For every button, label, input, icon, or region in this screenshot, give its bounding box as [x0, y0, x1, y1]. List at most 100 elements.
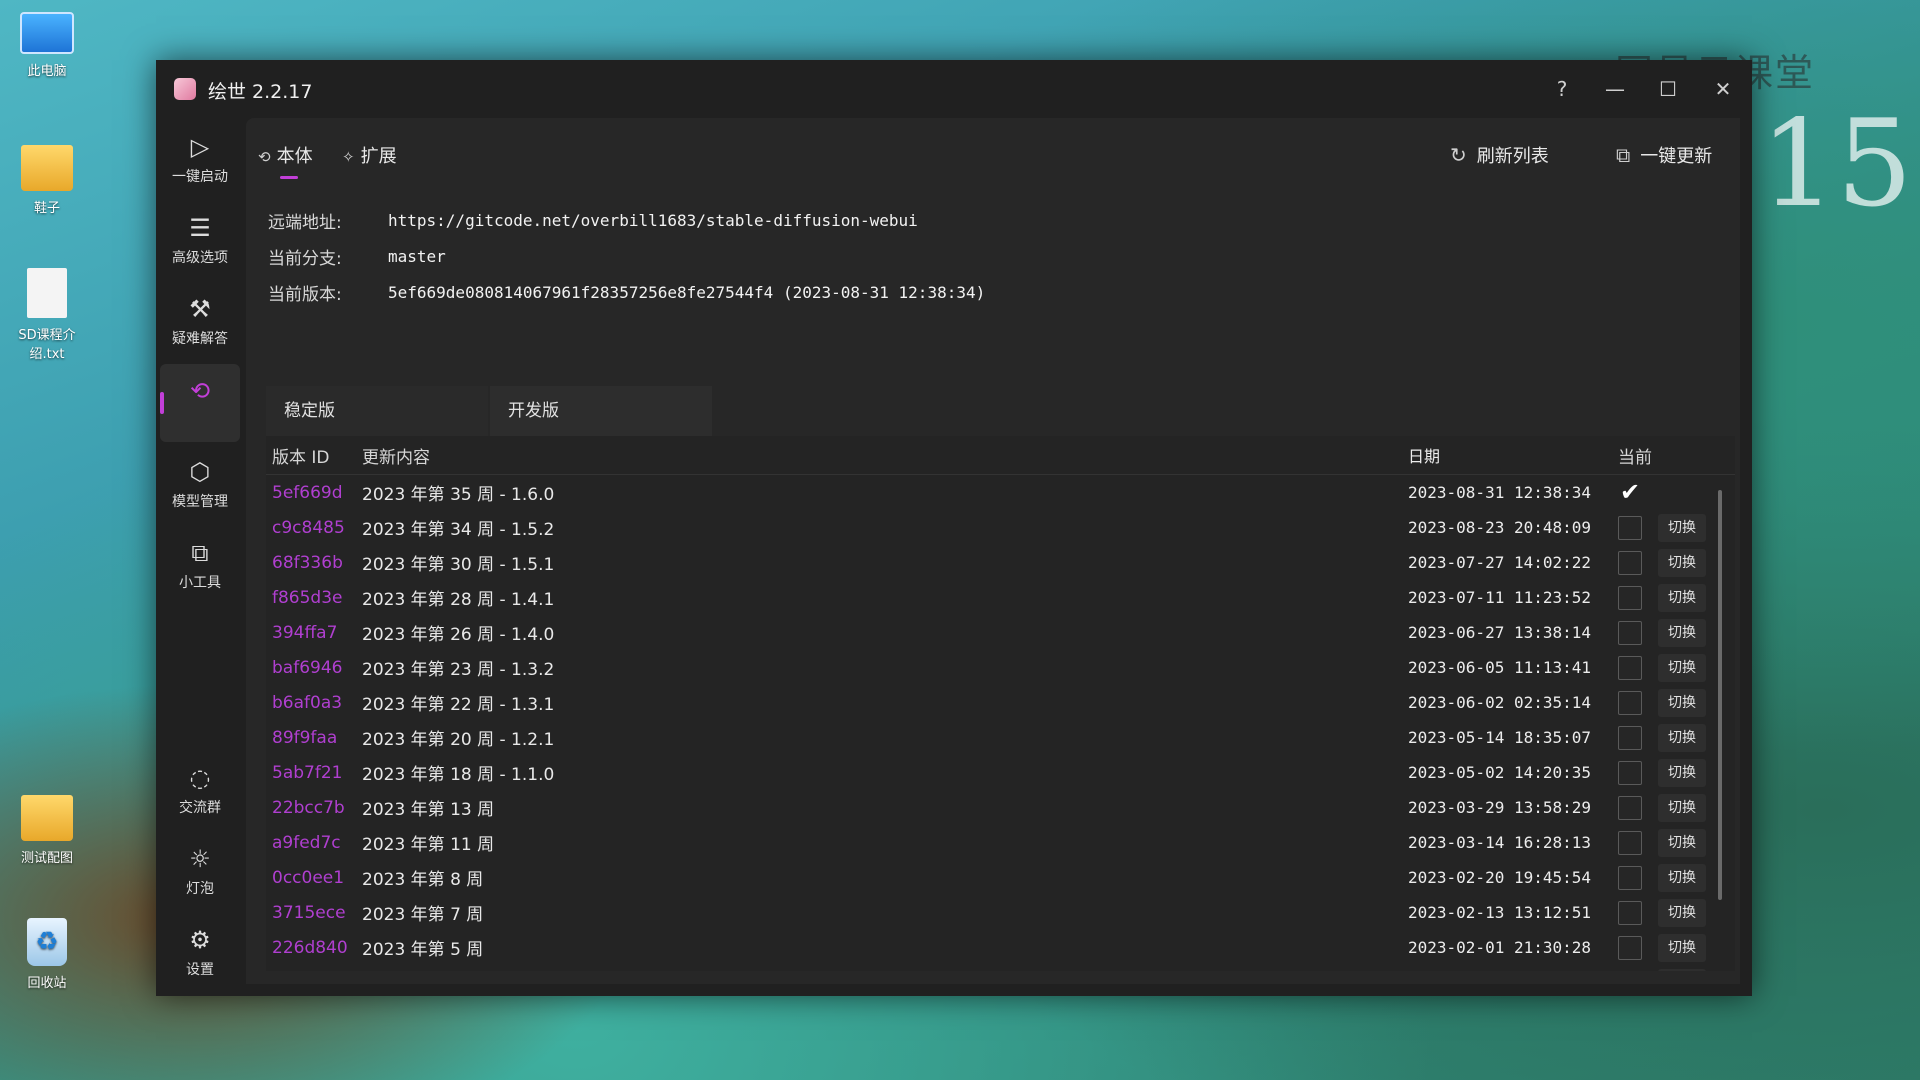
current-checkbox[interactable]	[1618, 760, 1642, 785]
version-id-link[interactable]: 22bcc7b	[266, 798, 360, 818]
switch-version-button[interactable]: 切换	[1658, 618, 1706, 647]
update-all-button[interactable]: ⧉ 一键更新	[1616, 142, 1712, 168]
nav-settings[interactable]: ⚙ 设置	[160, 913, 240, 991]
desktop-icon-recycle-bin[interactable]: ♻ 回收站	[2, 918, 92, 991]
current-cell	[1618, 725, 1658, 750]
nav-lightbulb[interactable]: ☼ 灯泡	[160, 832, 240, 910]
maximize-button[interactable]: ☐	[1651, 72, 1685, 106]
current-checkbox[interactable]	[1618, 935, 1642, 960]
current-checkbox[interactable]	[1618, 725, 1642, 750]
folder-icon	[21, 795, 73, 841]
version-date: 2023-02-13 13:12:51	[1408, 903, 1592, 922]
desktop-icon-label: 此电脑	[27, 64, 67, 79]
close-button[interactable]: ✕	[1706, 72, 1740, 106]
nav-tools[interactable]: ⧉ 小工具	[160, 526, 240, 604]
chat-icon: ◌	[189, 764, 211, 792]
version-date: 2023-08-31 12:38:34	[1408, 483, 1592, 502]
current-checkbox[interactable]	[1618, 655, 1642, 680]
version-value: 5ef669de080814067961f28357256e8fe27544f4…	[388, 282, 986, 302]
version-id-link[interactable]: 5ab7f21	[266, 763, 360, 783]
current-checkbox[interactable]	[1618, 690, 1642, 715]
desktop-icon-label: 回收站	[27, 976, 67, 991]
gear-icon: ⚙	[189, 926, 211, 954]
nav-label: 模型管理	[172, 494, 228, 510]
nav-advanced-options[interactable]: ☰ 高级选项	[160, 201, 240, 279]
version-id-link[interactable]: b6af0a3	[266, 693, 360, 713]
desktop-icon-test-images[interactable]: 测试配图	[2, 795, 92, 866]
play-icon: ▷	[190, 133, 210, 161]
version-date: 2023-05-14 18:35:07	[1408, 728, 1592, 747]
toolbox-icon: ⧉	[191, 539, 209, 567]
version-id-link[interactable]: 0cc0ee1	[266, 868, 360, 888]
current-cell	[1618, 865, 1658, 890]
version-id-link[interactable]: a9fed7c	[266, 833, 360, 853]
switch-version-button[interactable]: 切换	[1658, 933, 1706, 962]
version-id-link[interactable]: f865d3e	[266, 588, 360, 608]
switch-version-button[interactable]: 切换	[1658, 583, 1706, 612]
main-content: ⟲ 本体 ✧ 扩展 ↻ 刷新列表 ⧉ 一键更新 远端地址: https://gitcod…	[246, 118, 1740, 984]
current-cell	[1618, 550, 1658, 575]
version-date: 2023-06-27 13:38:14	[1408, 623, 1592, 642]
switch-version-button[interactable]: 切换	[1658, 828, 1706, 857]
switch-version-button[interactable]: 切换	[1658, 758, 1706, 787]
tab-dev[interactable]: 开发版	[490, 386, 712, 436]
sidebar: ▷ 一键启动 ☰ 高级选项 ⚒ 疑难解答 ⟲ ⬡ 模型管理 ⧉ 小工具 ◌ 交流…	[156, 118, 244, 996]
current-checkbox[interactable]	[1618, 900, 1642, 925]
switch-version-button[interactable]: 切换	[1658, 968, 1706, 971]
switch-version-button[interactable]: 切换	[1658, 793, 1706, 822]
current-checkbox[interactable]	[1618, 550, 1642, 575]
version-id-link[interactable]: 226d840	[266, 938, 360, 958]
version-description: 2023 年第 26 周 - 1.4.0	[362, 625, 555, 645]
tools-icon: ⚒	[189, 295, 211, 323]
tab-extensions[interactable]: ✧ 扩展	[342, 142, 397, 168]
tab-core[interactable]: ⟲ 本体	[258, 142, 313, 168]
version-id-link[interactable]: 3715ece	[266, 903, 360, 923]
nav-version-management[interactable]: ⟲	[160, 364, 240, 442]
current-cell	[1618, 655, 1658, 680]
nav-label: 一键启动	[172, 169, 228, 185]
current-checkbox[interactable]	[1618, 620, 1642, 645]
current-checkbox[interactable]	[1618, 830, 1642, 855]
version-id-link[interactable]: 394ffa7	[266, 623, 360, 643]
tab-stable[interactable]: 稳定版	[266, 386, 488, 436]
nav-model-management[interactable]: ⬡ 模型管理	[160, 445, 240, 523]
version-id-link[interactable]: 5ef669d	[266, 483, 360, 503]
version-date: 2023-07-27 14:02:22	[1408, 553, 1592, 572]
branch-row: 当前分支: master	[268, 238, 985, 274]
current-checkbox[interactable]	[1618, 970, 1642, 971]
version-description: 2023 年第 23 周 - 1.3.2	[362, 660, 555, 680]
current-checkbox[interactable]	[1618, 865, 1642, 890]
help-button[interactable]: ?	[1545, 72, 1579, 106]
desktop-icon-shoes-folder[interactable]: 鞋子	[2, 145, 92, 216]
switch-version-button[interactable]: 切换	[1658, 653, 1706, 682]
switch-version-button[interactable]: 切换	[1658, 513, 1706, 542]
switch-version-button[interactable]: 切换	[1658, 863, 1706, 892]
desktop-icon-sd-txt[interactable]: SD课程介绍.txt	[2, 268, 92, 362]
nav-label: 设置	[186, 962, 214, 978]
current-checkbox[interactable]	[1618, 795, 1642, 820]
switch-version-button[interactable]: 切换	[1658, 898, 1706, 927]
switch-version-button[interactable]: 切换	[1658, 548, 1706, 577]
version-id-link[interactable]: baf6946	[266, 658, 360, 678]
remote-value: https://gitcode.net/overbill1683/stable-…	[388, 210, 918, 230]
version-id-link[interactable]: 89f9faa	[266, 728, 360, 748]
header-desc: 更新内容	[362, 447, 430, 468]
current-checkbox[interactable]	[1618, 515, 1642, 540]
nav-one-click-start[interactable]: ▷ 一键启动	[160, 120, 240, 198]
branch-label: 当前分支:	[268, 248, 342, 269]
switch-version-button[interactable]: 切换	[1658, 688, 1706, 717]
minimize-button[interactable]: —	[1598, 72, 1632, 106]
version-date: 2023-02-01 21:30:28	[1408, 938, 1592, 957]
desktop-icon-this-pc[interactable]: 此电脑	[2, 12, 92, 79]
wallpaper-clock: 15	[1760, 95, 1913, 234]
table-scrollbar[interactable]	[1718, 490, 1722, 900]
switch-version-button[interactable]: 切换	[1658, 723, 1706, 752]
version-id-link[interactable]: c9c8485	[266, 518, 360, 538]
refresh-list-button[interactable]: ↻ 刷新列表	[1450, 142, 1549, 168]
title-bar[interactable]: 绘世 2.2.17 ? — ☐ ✕	[156, 60, 1752, 118]
table-row: 3715ece 2023 年第 7 周 2023-02-13 13:12:51 切换	[266, 895, 1735, 930]
nav-troubleshooting[interactable]: ⚒ 疑难解答	[160, 282, 240, 360]
nav-community[interactable]: ◌ 交流群	[160, 751, 240, 829]
current-checkbox[interactable]	[1618, 585, 1642, 610]
version-id-link[interactable]: 68f336b	[266, 553, 360, 573]
